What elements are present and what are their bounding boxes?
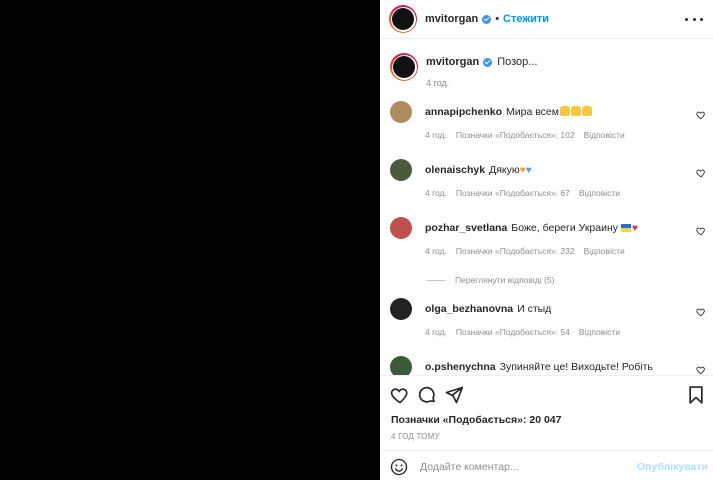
emoji-icon[interactable] [390, 458, 408, 476]
heart-icon[interactable] [696, 168, 706, 178]
actions-divider [380, 375, 713, 376]
reply-button[interactable]: Відповісти [579, 188, 620, 198]
post-likes-count[interactable]: Позначки «Подобається»: 20 047 [391, 414, 561, 426]
verified-icon [482, 14, 492, 24]
comment-time[interactable]: 4 год. [425, 246, 447, 256]
reply-button[interactable]: Відповісти [584, 246, 625, 256]
heart-icon[interactable] [696, 365, 706, 375]
reply-button[interactable]: Відповісти [579, 327, 620, 337]
bookmark-icon[interactable] [686, 385, 706, 405]
post-timestamp[interactable]: 4 ГОД ТОМУ [391, 432, 440, 441]
more-options-icon[interactable] [685, 12, 703, 26]
comment-text: Боже, береги Украину [511, 222, 619, 234]
add-comment-row: Опублікувати [390, 456, 708, 478]
comment-item: olga_bezhanovna И стыд 4 год. Позначки «П… [390, 298, 710, 337]
reply-button[interactable]: Відповісти [584, 130, 625, 140]
commenter-username[interactable]: olenaischyk [425, 164, 485, 176]
comment-time[interactable]: 4 год. [425, 188, 447, 198]
comment-time[interactable]: 4 год. [425, 130, 447, 140]
commenter-username[interactable]: o.pshenychna [425, 361, 496, 373]
publish-button[interactable]: Опублікувати [637, 461, 708, 473]
blue-heart-icon: ♥ [525, 165, 532, 176]
caption-time[interactable]: 4 год. [426, 78, 537, 88]
author-username[interactable]: mvitorgan [425, 13, 478, 25]
comment-item: annapipchenko Мира всем 4 год. Позначки «… [390, 101, 710, 140]
commenter-avatar[interactable] [390, 356, 412, 375]
author-avatar[interactable] [389, 5, 417, 33]
commenter-username[interactable]: annapipchenko [425, 106, 502, 118]
post-panel: mvitorgan • Стежити mvitorgan Позор... 4… [380, 0, 713, 480]
comment-likes[interactable]: Позначки «Подобається»: 232 [456, 246, 575, 256]
post-media[interactable] [0, 0, 380, 480]
commenter-username[interactable]: olga_bezhanovna [425, 303, 513, 315]
view-replies-label: Переглянути відповіді (5) [455, 275, 555, 285]
pray-emoji-icon [582, 106, 592, 116]
share-icon[interactable] [444, 385, 464, 405]
comment-likes[interactable]: Позначки «Подобається»: 54 [456, 327, 570, 337]
red-heart-icon: ♥ [631, 223, 638, 234]
post-header: mvitorgan • Стежити [380, 0, 713, 39]
comment-item: o.pshenychna Зупиняйте це! Виходьте! Робі… [390, 356, 710, 375]
heart-icon[interactable] [696, 226, 706, 236]
post-caption: mvitorgan Позор... 4 год. [390, 53, 537, 88]
pray-emoji-icon [560, 106, 570, 116]
commenter-avatar[interactable] [390, 101, 412, 123]
heart-icon[interactable] [696, 307, 706, 317]
pray-emoji-icon [571, 106, 581, 116]
commenter-username[interactable]: pozhar_svetlana [425, 222, 507, 234]
comment-time[interactable]: 4 год. [425, 327, 447, 337]
comment-icon[interactable] [417, 385, 437, 405]
comment-text: Дякую [489, 164, 520, 176]
commenter-avatar[interactable] [390, 298, 412, 320]
commenter-avatar[interactable] [390, 159, 412, 181]
comment-likes[interactable]: Позначки «Подобається»: 67 [456, 188, 570, 198]
verified-icon [483, 57, 493, 67]
caption-username[interactable]: mvitorgan [426, 56, 479, 68]
comment-text: И стыд [517, 303, 552, 315]
like-heart-icon[interactable] [390, 385, 410, 405]
comment-item: pozhar_svetlana Боже, береги Украину ♥ 4 … [390, 217, 710, 256]
view-replies-button[interactable]: Переглянути відповіді (5) [427, 275, 554, 285]
caption-avatar[interactable] [390, 53, 418, 81]
replies-divider-line [427, 279, 445, 281]
ukraine-flag-icon [620, 224, 631, 232]
follow-button[interactable]: Стежити [503, 13, 549, 25]
post-actions [390, 385, 706, 407]
add-comment-input[interactable] [420, 461, 620, 473]
commenter-avatar[interactable] [390, 217, 412, 239]
comment-likes[interactable]: Позначки «Подобається»: 102 [456, 130, 575, 140]
caption-text: Позор... [497, 56, 538, 68]
comment-item: olenaischyk Дякую♥♥ 4 год. Позначки «Подо… [390, 159, 710, 198]
comment-text: Мира всем [506, 106, 559, 118]
separator-dot: • [495, 13, 500, 25]
add-comment-divider [380, 450, 713, 451]
heart-icon[interactable] [696, 110, 706, 120]
